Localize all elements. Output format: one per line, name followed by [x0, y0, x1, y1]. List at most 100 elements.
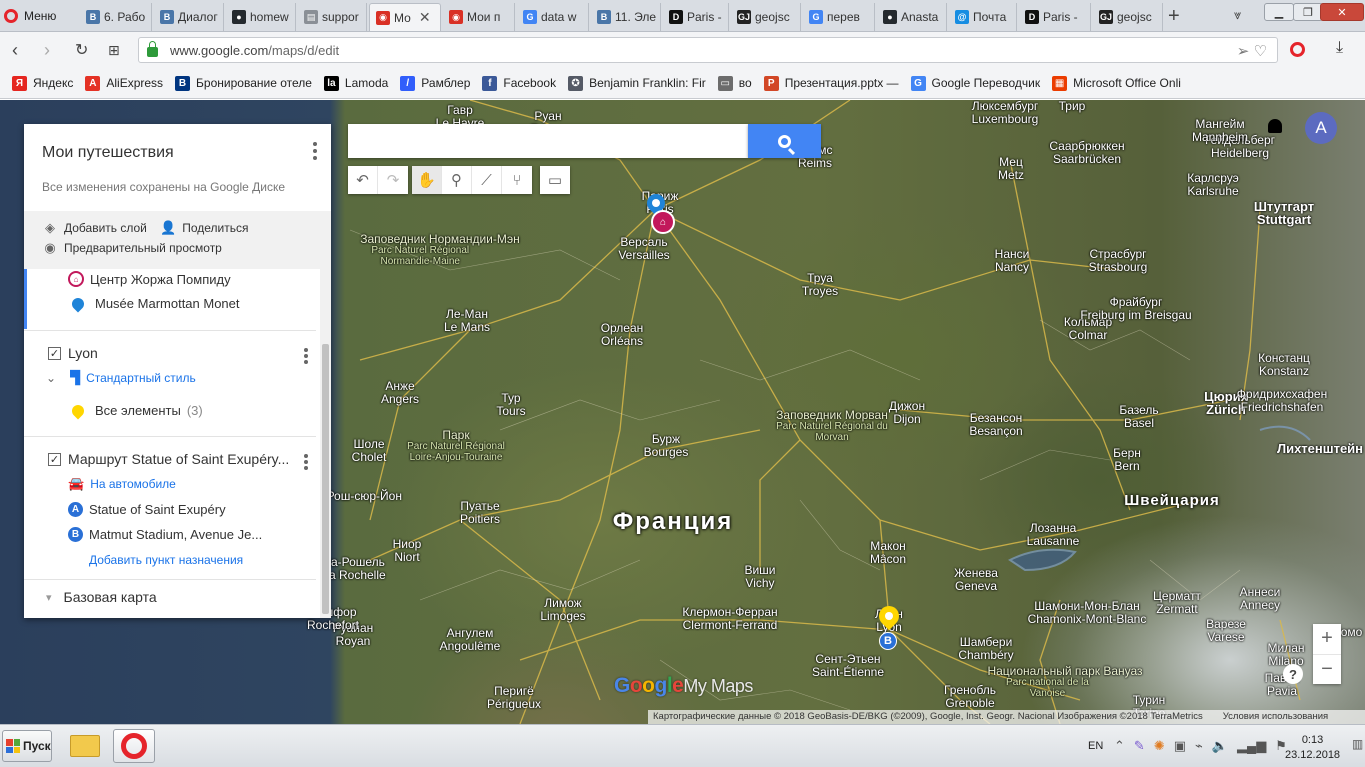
- bookmark-item[interactable]: ▭ во: [717, 75, 752, 91]
- device-icon[interactable]: ▣: [1174, 738, 1186, 754]
- map-place-label[interactable]: Виши Vichy: [744, 564, 775, 590]
- maximize-button[interactable]: ❐: [1293, 3, 1323, 21]
- layer-lyon-style-link[interactable]: Стандартный стиль: [86, 371, 196, 385]
- map-place-label[interactable]: Дижон Dijon: [889, 400, 925, 426]
- browser-tab[interactable]: B Диалог: [154, 3, 224, 31]
- map-place-label[interactable]: Пуатье Poitiers: [460, 500, 500, 526]
- map-place-label[interactable]: Саарбрюккен Saarbrücken: [1049, 140, 1124, 166]
- bookmark-item[interactable]: G Google Переводчик: [910, 75, 1040, 91]
- map-place-label[interactable]: Лихтенштейн: [1277, 442, 1363, 455]
- map-place-label[interactable]: Тур Tours: [496, 392, 525, 418]
- place-item-marmottan[interactable]: Musée Marmottan Monet: [69, 295, 240, 312]
- pen-icon[interactable]: ✎: [1134, 738, 1145, 754]
- undo-icon[interactable]: ↶: [348, 166, 378, 194]
- tab-close-icon[interactable]: ✕: [419, 9, 431, 26]
- bookmark-item[interactable]: B Бронирование отеле: [175, 75, 312, 91]
- map-place-label[interactable]: Ле-Ман Le Mans: [444, 308, 490, 334]
- map-options-menu-icon[interactable]: [313, 142, 317, 160]
- new-tab-button[interactable]: +: [1168, 5, 1180, 28]
- map-place-label[interactable]: Берн Bern: [1113, 447, 1141, 473]
- map-place-label[interactable]: Страсбург Strasbourg: [1089, 248, 1148, 274]
- url-field[interactable]: www.google.com/maps/d/edit ➢ ♡: [138, 37, 1278, 63]
- map-place-label[interactable]: Клермон-Ферран Clermont-Ferrand: [682, 606, 777, 632]
- map-place-label[interactable]: Безансон Besançon: [969, 412, 1022, 438]
- zoom-out-button[interactable]: −: [1313, 655, 1341, 685]
- map-place-label[interactable]: Ниор Niort: [393, 538, 422, 564]
- map-place-label[interactable]: Лимож Limoges: [540, 597, 585, 623]
- draw-line-icon[interactable]: ⟋: [472, 166, 502, 194]
- map-place-label[interactable]: Люксембург Luxembourg: [972, 100, 1039, 126]
- bookmark-item[interactable]: A AliExpress: [85, 75, 163, 91]
- map-place-label[interactable]: Мангейм Mannheim: [1192, 118, 1248, 144]
- map-place-label[interactable]: Анже Angers: [381, 380, 419, 406]
- close-window-button[interactable]: ✕: [1320, 3, 1364, 21]
- account-avatar[interactable]: A: [1305, 112, 1337, 144]
- clock[interactable]: 0:13 23.12.2018: [1285, 733, 1340, 763]
- browser-tab[interactable]: @ Почта: [949, 3, 1017, 31]
- share-button[interactable]: 👤 Поделиться: [160, 220, 248, 235]
- map-place-label[interactable]: Милан Milano: [1267, 642, 1304, 668]
- map-place-label[interactable]: Ангулем Angoulême: [440, 627, 501, 653]
- map-place-label[interactable]: Шамбери Chambéry: [958, 636, 1013, 662]
- map-place-label[interactable]: Церматт Zermatt: [1153, 590, 1201, 616]
- map-search-input[interactable]: [348, 124, 748, 158]
- map-place-label[interactable]: Шоле Cholet: [352, 438, 387, 464]
- browser-tab[interactable]: ◉ Мо ✕: [369, 3, 441, 31]
- map-place-label[interactable]: Фрайбург Freiburg im Breisgau: [1080, 296, 1191, 322]
- browser-tab[interactable]: ▤ suppor: [298, 3, 367, 31]
- browser-tab[interactable]: Gdata w: [517, 3, 589, 31]
- browser-tab[interactable]: B 11. Эле: [591, 3, 661, 31]
- back-icon[interactable]: ‹: [12, 40, 18, 61]
- bookmark-item[interactable]: f Facebook: [482, 75, 556, 91]
- bookmark-item[interactable]: Я Яндекс: [12, 75, 73, 91]
- route-mode-row[interactable]: 🚘 На автомобиле: [68, 476, 176, 492]
- browser-tab[interactable]: B 6. Рабо: [80, 3, 152, 31]
- map-place-label[interactable]: Штутгарт Stuttgart: [1254, 200, 1314, 226]
- opera-badge-icon[interactable]: [1290, 42, 1305, 57]
- expand-arrow-icon[interactable]: ▾: [46, 591, 52, 604]
- download-icon[interactable]: ⤓: [1336, 39, 1343, 57]
- map-place-label[interactable]: Перигё Périgueux: [487, 685, 541, 711]
- tab-menu-icon[interactable]: ⩔: [1234, 7, 1241, 23]
- map-place-label[interactable]: Бурж Bourges: [644, 433, 689, 459]
- bookmark-item[interactable]: la Lamoda: [323, 75, 388, 91]
- layer-lyon-options-icon[interactable]: [304, 348, 308, 364]
- zoom-in-button[interactable]: +: [1313, 624, 1341, 655]
- help-button[interactable]: ?: [1283, 664, 1303, 684]
- map-place-label[interactable]: Карлсруэ Karlsruhe: [1187, 172, 1238, 198]
- bookmark-item[interactable]: ▦ Microsoft Office Onli: [1052, 75, 1181, 91]
- map-place-label[interactable]: Шамони-Мон-Блан Chamonix-Mont-Blanc: [1028, 600, 1147, 626]
- map-place-label[interactable]: Мец Metz: [998, 156, 1024, 182]
- map-title[interactable]: Мои путешествия: [42, 144, 313, 162]
- notifications-bell-icon[interactable]: [1268, 119, 1282, 133]
- preview-button[interactable]: ◉ Предварительный просмотр: [42, 240, 222, 255]
- layer-route[interactable]: ✓ Маршрут Statue of Saint Exupéry...: [48, 451, 289, 467]
- marker-matmut-stadium[interactable]: B: [879, 632, 897, 650]
- browser-tab[interactable]: ● homew: [226, 3, 296, 31]
- panel-scrollbar-thumb[interactable]: [322, 344, 329, 614]
- add-directions-icon[interactable]: ⑂: [502, 166, 532, 194]
- send-icon[interactable]: ➢: [1237, 43, 1250, 60]
- start-button[interactable]: Пуск: [2, 730, 52, 762]
- bookmark-item[interactable]: P Презентация.pptx —: [763, 75, 899, 91]
- browser-tab[interactable]: GJ geojsc: [1093, 3, 1163, 31]
- speed-dial-icon[interactable]: ⊞: [108, 42, 120, 59]
- hand-icon[interactable]: ✋: [412, 166, 442, 194]
- map-place-label[interactable]: Версаль Versailles: [618, 236, 669, 262]
- marker-centre-pompidou[interactable]: ⌂: [651, 210, 675, 234]
- layer-lyon-all-items[interactable]: Все элементы (3): [69, 402, 203, 419]
- map-place-label[interactable]: Констанц Konstanz: [1258, 352, 1310, 378]
- network-icon[interactable]: ▂▄▆: [1237, 738, 1266, 754]
- browser-tab[interactable]: ◉ Мои п: [443, 3, 515, 31]
- map-place-label[interactable]: Варезе Varese: [1206, 618, 1246, 644]
- minimize-button[interactable]: ▁: [1264, 3, 1294, 21]
- bookmark-item[interactable]: ✪ Benjamin Franklin: Fir: [568, 75, 706, 91]
- terms-link[interactable]: Условия использования: [1223, 710, 1328, 724]
- power-icon[interactable]: ⌁: [1195, 738, 1203, 754]
- chevron-down-icon[interactable]: ⌄: [46, 371, 56, 385]
- add-destination-link[interactable]: Добавить пункт назначения: [89, 553, 243, 567]
- base-map-row[interactable]: ▾ Базовая карта: [46, 589, 157, 605]
- map-place-label[interactable]: Женева Geneva: [954, 567, 998, 593]
- map-place-label[interactable]: Базель Basel: [1119, 404, 1158, 430]
- route-stop-a[interactable]: A Statue of Saint Exupéry: [68, 502, 226, 517]
